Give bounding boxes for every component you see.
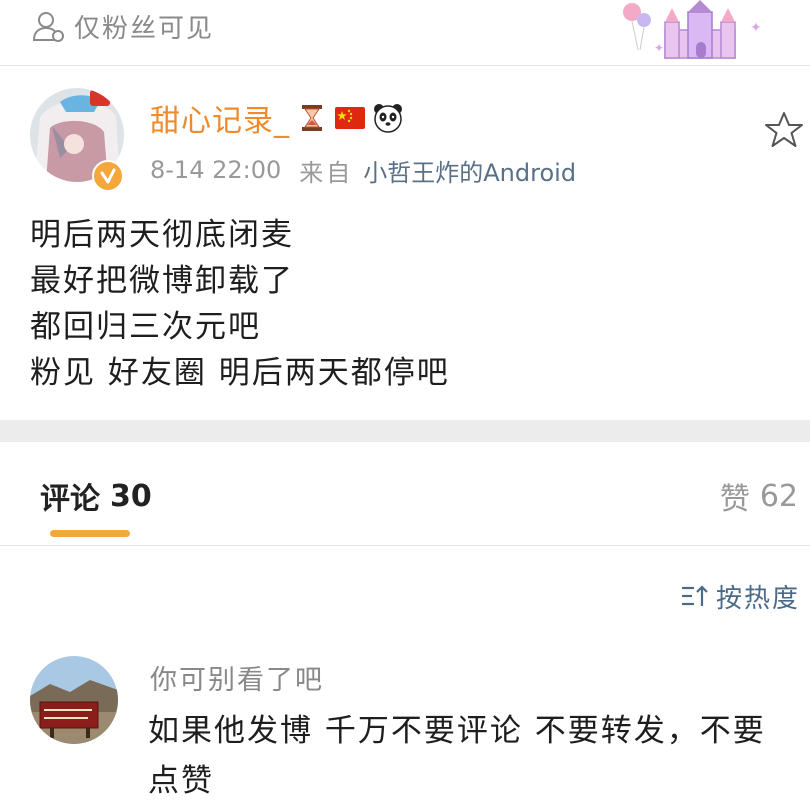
sort-label: 按热度 <box>715 583 800 614</box>
post-time: 8-14 22:00 <box>150 156 282 184</box>
username[interactable]: 甜心记录_ <box>150 96 290 140</box>
post-line: 粉见 好友圈 明后两天都停吧 <box>30 355 450 391</box>
tab-likes[interactable]: 赞 62 <box>720 474 798 518</box>
section-separator <box>0 420 810 442</box>
tab-comments[interactable]: 评论 30 <box>40 474 152 518</box>
tab-comments-count: 30 <box>110 478 152 514</box>
post-source[interactable]: 小哲王炸的Android <box>363 153 576 188</box>
sort-icon <box>681 585 708 606</box>
comment-text: 如果他发博 千万不要评论 不要转发，不要 点赞 <box>148 706 798 806</box>
castle-sticker: ✦ ✦ <box>623 0 762 59</box>
divider <box>0 545 810 546</box>
verified-icon <box>92 160 124 192</box>
china-flag-badge <box>335 107 365 129</box>
post-line: 最好把微博卸载了 <box>30 263 294 299</box>
comment-avatar-image <box>30 656 118 744</box>
username-row: 甜心记录_ <box>150 96 404 140</box>
comment-avatar[interactable] <box>30 656 118 744</box>
comment-line: 如果他发博 千万不要评论 不要转发，不要 <box>148 713 766 749</box>
divider <box>0 65 810 66</box>
svg-text:✦: ✦ <box>750 20 762 36</box>
tab-comments-label: 评论 <box>40 482 100 517</box>
comment-username[interactable]: 你可别看了吧 <box>150 658 324 697</box>
post-meta: 8-14 22:00 来自 小哲王炸的Android <box>150 152 576 188</box>
comment-line: 点赞 <box>148 763 214 799</box>
tab-likes-label: 赞 <box>719 482 750 517</box>
visibility-row: 仅粉丝可见 <box>30 6 214 46</box>
star-icon[interactable] <box>764 110 804 150</box>
panda-badge <box>374 104 402 133</box>
hourglass-badge <box>302 105 322 131</box>
visibility-label: 仅粉丝可见 <box>74 13 215 44</box>
sort-button[interactable]: 按热度 <box>680 578 800 614</box>
post-line: 都回归三次元吧 <box>30 309 261 345</box>
post-text: 明后两天彻底闭麦 最好把微博卸载了 都回归三次元吧 粉见 好友圈 明后两天都停吧 <box>30 212 790 396</box>
post-line: 明后两天彻底闭麦 <box>30 217 294 253</box>
user-outline-icon <box>32 12 64 42</box>
active-tab-indicator <box>50 530 130 537</box>
svg-text:✦: ✦ <box>654 41 664 55</box>
tab-likes-count: 62 <box>759 478 798 514</box>
from-label: 来自 <box>299 158 354 187</box>
